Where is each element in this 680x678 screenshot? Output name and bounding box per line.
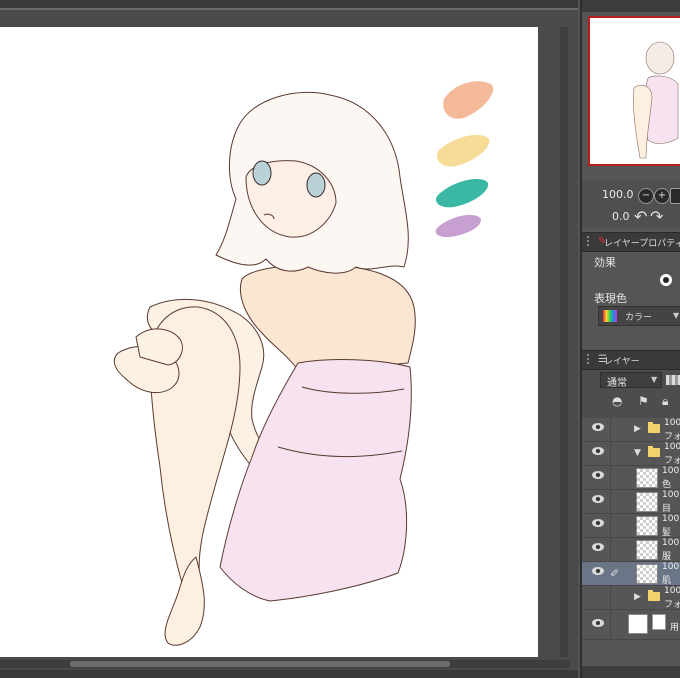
layer-name: フォ bbox=[664, 600, 680, 610]
teal-swatch bbox=[435, 179, 489, 208]
layer-name: 色 bbox=[662, 480, 672, 490]
expression-color-value: カラー bbox=[625, 313, 653, 323]
eye-icon[interactable] bbox=[592, 495, 604, 503]
navigator-controls: 100.0 − + 0.0 ↶ ↷ bbox=[582, 180, 680, 228]
right-dock-panel: 100.0 − + 0.0 ↶ ↷ ✎ レイヤープロパティ 効果 表現色 カラー… bbox=[580, 0, 680, 678]
folder-icon bbox=[648, 590, 660, 601]
layer-thumbnail bbox=[636, 540, 658, 560]
chevron-down-icon: ▼ bbox=[651, 375, 658, 384]
folder-icon bbox=[648, 422, 660, 433]
open-folder-icon bbox=[648, 446, 660, 457]
canvas-status-bar bbox=[0, 670, 578, 678]
panel-bottom-bar bbox=[582, 666, 680, 678]
chevron-down-icon: ▼ bbox=[673, 311, 680, 320]
rotate-left-icon[interactable]: ↶ bbox=[634, 209, 647, 225]
layer-row[interactable]: 100 色 bbox=[582, 466, 680, 490]
eye-icon[interactable] bbox=[592, 447, 604, 455]
blend-mode-value: 通常 bbox=[607, 378, 627, 389]
navigator-preview[interactable] bbox=[588, 16, 680, 166]
layer-mask-icon[interactable]: ◓ bbox=[612, 394, 622, 408]
layer-name: 用 bbox=[670, 623, 680, 633]
effect-label: 効果 bbox=[594, 256, 616, 269]
tab-layer-property[interactable]: ✎ レイヤープロパティ bbox=[582, 232, 680, 252]
blend-mode-select[interactable]: 通常 ▼ bbox=[600, 372, 662, 389]
layer-opacity: 100 bbox=[662, 562, 680, 572]
layer-name: 肌 bbox=[662, 576, 672, 586]
layer-row[interactable]: 100 髪 bbox=[582, 514, 680, 538]
peach-swatch bbox=[443, 81, 494, 119]
rotation-value[interactable]: 0.0 bbox=[612, 210, 630, 223]
rotate-right-icon[interactable]: ↷ bbox=[650, 209, 663, 225]
layer-opacity: 100 bbox=[664, 586, 680, 596]
layer-property-body: 効果 表現色 カラー ▼ bbox=[582, 252, 680, 342]
opacity-slider[interactable] bbox=[666, 375, 680, 385]
horizontal-scroll-thumb[interactable] bbox=[70, 661, 450, 667]
layer-name: 目 bbox=[662, 504, 672, 514]
lavender-swatch bbox=[435, 214, 482, 238]
layer-name: 服 bbox=[662, 552, 672, 562]
layer-row[interactable]: ▶ 100 フォ bbox=[582, 418, 680, 442]
tab-layer[interactable]: ☰ レイヤー bbox=[582, 350, 680, 370]
effect-radio-button[interactable] bbox=[660, 274, 672, 286]
figure-drawing bbox=[113, 91, 416, 646]
eye-icon[interactable] bbox=[592, 619, 604, 627]
expression-color-select[interactable]: カラー ▼ bbox=[598, 306, 680, 326]
layer-thumbnail bbox=[636, 492, 658, 512]
yellow-swatch bbox=[436, 135, 490, 167]
layer-row[interactable]: 100 服 bbox=[582, 538, 680, 562]
fit-view-icon[interactable] bbox=[670, 188, 680, 204]
panel-grip-icon[interactable] bbox=[587, 236, 597, 246]
layer-row[interactable]: ▼ 100 フォ bbox=[582, 442, 680, 466]
panel-grip-icon[interactable] bbox=[587, 354, 597, 364]
layer-opacity: 100 bbox=[662, 514, 680, 524]
collapse-arrow-icon[interactable]: ▼ bbox=[634, 448, 641, 458]
zoom-in-icon[interactable]: + bbox=[654, 188, 670, 204]
layer-controls: 通常 ▼ ◓ ⚑ 🔒︎ bbox=[582, 370, 680, 418]
layer-opacity: 100 bbox=[662, 490, 680, 500]
eye-icon[interactable] bbox=[592, 471, 604, 479]
expression-color-label: 表現色 bbox=[594, 292, 627, 305]
eye-icon[interactable] bbox=[592, 567, 604, 575]
canvas-title-bar bbox=[0, 0, 578, 10]
layer-name: フォ bbox=[664, 456, 680, 466]
paper-layer-icon bbox=[652, 614, 666, 630]
layer-opacity: 100 bbox=[664, 442, 680, 452]
navigator-thumbnail bbox=[633, 41, 679, 159]
expand-arrow-icon[interactable]: ▶ bbox=[634, 592, 641, 602]
tab-label: レイヤー bbox=[604, 357, 640, 367]
paper-thumbnail bbox=[628, 614, 648, 634]
layer-list: ▶ 100 フォ ▼ 100 フォ 100 色 100 目 100 髪 100 … bbox=[582, 418, 680, 648]
lock-icon[interactable]: 🔒︎ bbox=[662, 394, 668, 409]
layer-row[interactable]: 用 bbox=[582, 610, 680, 640]
layer-opacity: 100 bbox=[664, 418, 680, 428]
eye-icon[interactable] bbox=[592, 543, 604, 551]
expand-arrow-icon[interactable]: ▶ bbox=[634, 424, 641, 434]
artwork-illustration bbox=[113, 81, 494, 646]
zoom-out-icon[interactable]: − bbox=[638, 188, 654, 204]
layer-thumbnail bbox=[636, 564, 658, 584]
brush-icon: ✐ bbox=[610, 567, 620, 580]
canvas-area[interactable] bbox=[0, 0, 578, 678]
layer-name: フォ bbox=[664, 432, 680, 442]
drawing-canvas[interactable] bbox=[0, 27, 538, 657]
layer-name: 髪 bbox=[662, 528, 672, 538]
reference-layer-icon[interactable]: ⚑ bbox=[638, 394, 649, 408]
layer-opacity: 100 bbox=[662, 466, 680, 476]
color-palette-swatches bbox=[435, 81, 494, 238]
eye-icon[interactable] bbox=[592, 423, 604, 431]
panel-top-bar bbox=[582, 0, 680, 12]
tab-label: レイヤープロパティ bbox=[604, 239, 680, 249]
color-mode-icon bbox=[603, 310, 617, 322]
layer-row[interactable]: ▶ 100 フォ bbox=[582, 586, 680, 610]
canvas-vertical-scrollbar[interactable] bbox=[560, 27, 568, 657]
eye-icon[interactable] bbox=[592, 519, 604, 527]
layer-thumbnail bbox=[636, 468, 658, 488]
zoom-value[interactable]: 100.0 bbox=[602, 188, 634, 201]
layer-thumbnail bbox=[636, 516, 658, 536]
layer-row-selected[interactable]: ✐ 100 肌 bbox=[582, 562, 680, 586]
layer-opacity: 100 bbox=[662, 538, 680, 548]
canvas-horizontal-scrollbar[interactable] bbox=[0, 660, 570, 668]
layer-row[interactable]: 100 目 bbox=[582, 490, 680, 514]
